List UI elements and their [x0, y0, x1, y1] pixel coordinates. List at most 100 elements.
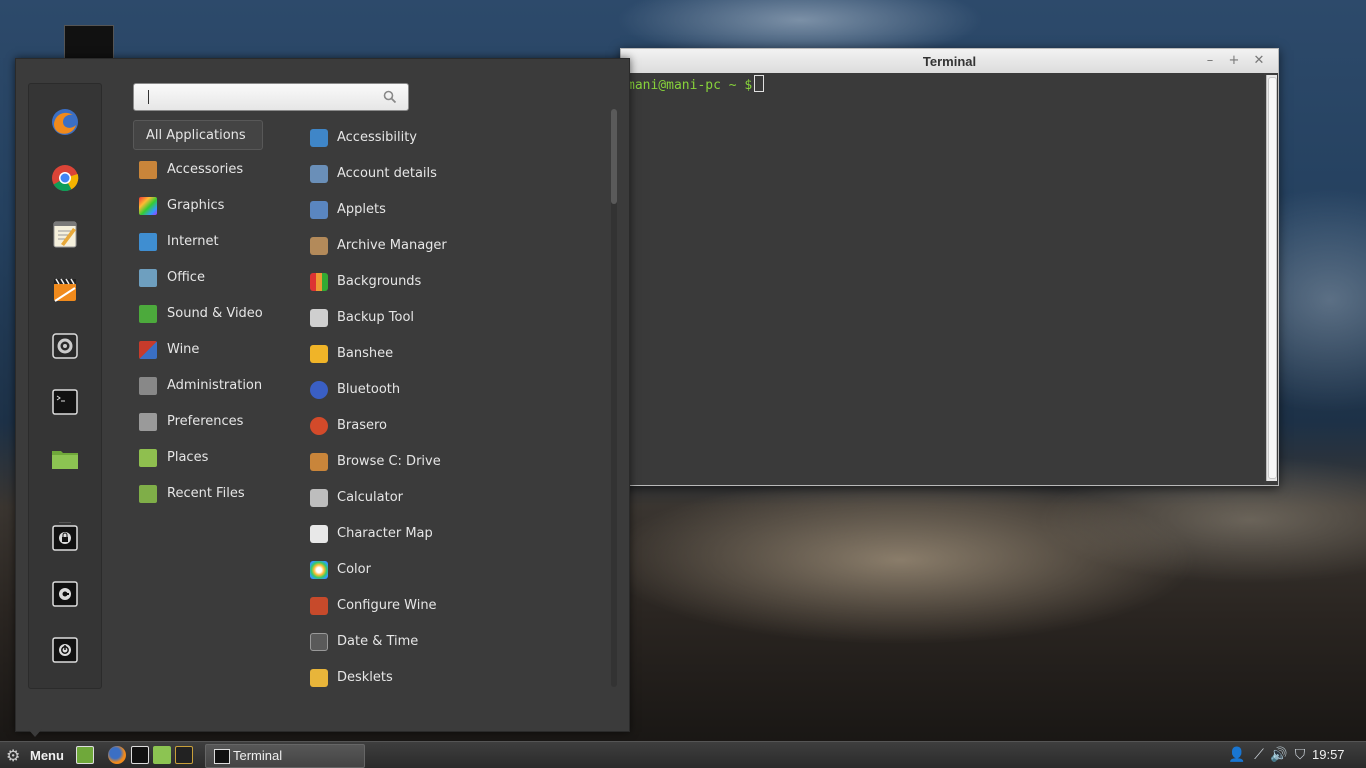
app-date-time[interactable]: Date & Time	[308, 627, 608, 657]
app-list-scrollbar-thumb[interactable]	[611, 109, 617, 204]
category-sound-video[interactable]: Sound & Video	[133, 299, 263, 329]
app-label: Bluetooth	[337, 382, 401, 397]
category-places[interactable]: Places	[133, 443, 263, 473]
bluetooth-icon	[310, 381, 328, 399]
category-label: Accessories	[167, 162, 244, 177]
network-icon[interactable]: ⟋	[1250, 746, 1268, 764]
category-label: Wine	[167, 342, 200, 357]
banshee-icon	[310, 345, 328, 363]
category-all-applications[interactable]: All Applications	[133, 120, 263, 150]
app-label: Backup Tool	[337, 310, 415, 325]
app-character-map[interactable]: Character Map	[308, 519, 608, 549]
app-archive-manager[interactable]: Archive Manager	[308, 231, 608, 261]
shutdown-icon[interactable]	[49, 634, 81, 666]
category-label: Preferences	[167, 414, 244, 429]
terminal-window[interactable]: Terminal – + ✕ mani@mani-pc ~ $	[620, 48, 1279, 486]
taskbar-item-terminal[interactable]: Terminal	[205, 744, 365, 768]
category-preferences[interactable]: Preferences	[133, 407, 263, 437]
search-icon	[383, 90, 397, 104]
browse-c-drive-icon	[310, 453, 328, 471]
user-icon[interactable]: 👤	[1228, 746, 1246, 764]
places-icon	[139, 449, 157, 467]
app-label: Account details	[337, 166, 437, 181]
firefox-icon[interactable]	[108, 746, 126, 764]
app-list-scrollbar[interactable]	[611, 109, 617, 687]
wine-icon	[139, 341, 157, 359]
app-bluetooth[interactable]: Bluetooth	[308, 375, 608, 405]
sound-video-icon	[139, 305, 157, 323]
category-label: Graphics	[167, 198, 225, 213]
app-label: Desklets	[337, 670, 393, 685]
system-settings-icon[interactable]	[49, 330, 81, 362]
terminal-output[interactable]: mani@mani-pc ~ $	[621, 73, 1264, 485]
app-configure-wine[interactable]: Configure Wine	[308, 591, 608, 621]
app-brasero[interactable]: Brasero	[308, 411, 608, 441]
volume-icon[interactable]: 🔊	[1270, 746, 1288, 764]
category-graphics[interactable]: Graphics	[133, 191, 263, 221]
app-calculator[interactable]: Calculator	[308, 483, 608, 513]
app-label: Banshee	[337, 346, 394, 361]
update-shield-icon[interactable]: ⛉	[1291, 746, 1309, 764]
terminal-icon	[214, 749, 230, 764]
app-label: Calculator	[337, 490, 404, 505]
text-editor-icon[interactable]	[49, 218, 81, 250]
calculator-icon	[310, 489, 328, 507]
terminal-icon[interactable]	[49, 386, 81, 418]
category-wine[interactable]: Wine	[133, 335, 263, 365]
clock[interactable]: 19:57	[1312, 743, 1345, 767]
minimize-button[interactable]: –	[1201, 52, 1219, 70]
menu-button[interactable]: ⚙ Menu	[4, 745, 70, 767]
terminal-titlebar[interactable]: Terminal – + ✕	[621, 49, 1278, 73]
graphics-icon	[139, 197, 157, 215]
category-label: Recent Files	[167, 486, 245, 501]
app-color[interactable]: Color	[308, 555, 608, 585]
menu-pointer	[28, 729, 42, 737]
backup-tool-icon	[310, 309, 328, 327]
category-accessories[interactable]: Accessories	[133, 155, 263, 185]
terminal-scrollbar-thumb[interactable]	[1268, 77, 1277, 479]
chrome-icon[interactable]	[49, 162, 81, 194]
files-icon[interactable]	[153, 746, 171, 764]
recent-files-icon	[139, 485, 157, 503]
accessories-icon	[139, 161, 157, 179]
category-label: Places	[167, 450, 209, 465]
app-accessibility[interactable]: Accessibility	[308, 123, 608, 153]
category-label: All Applications	[146, 128, 246, 143]
category-recent-files[interactable]: Recent Files	[133, 479, 263, 509]
backgrounds-icon	[310, 273, 328, 291]
show-desktop-icon[interactable]	[76, 746, 94, 764]
category-office[interactable]: Office	[133, 263, 263, 293]
category-internet[interactable]: Internet	[133, 227, 263, 257]
search-input[interactable]	[133, 83, 409, 111]
configure-wine-icon	[310, 597, 328, 615]
category-administration[interactable]: Administration	[133, 371, 263, 401]
app-label: Date & Time	[337, 634, 419, 649]
terminal-icon[interactable]	[131, 746, 149, 764]
terminal-prompt: mani@mani-pc ~ $	[627, 75, 765, 93]
terminal-scrollbar[interactable]	[1266, 75, 1277, 481]
app-label: Archive Manager	[337, 238, 447, 253]
firefox-icon[interactable]	[49, 106, 81, 138]
maximize-button[interactable]: +	[1225, 52, 1243, 70]
app-label: Accessibility	[337, 130, 417, 145]
app-applets[interactable]: Applets	[308, 195, 608, 225]
app-label: Backgrounds	[337, 274, 422, 289]
terminal-cursor	[754, 75, 765, 92]
desklets-icon	[310, 669, 328, 687]
app-backgrounds[interactable]: Backgrounds	[308, 267, 608, 297]
files-icon[interactable]	[49, 442, 81, 474]
app-desklets[interactable]: Desklets	[308, 663, 608, 693]
applets-icon	[310, 201, 328, 219]
app-banshee[interactable]: Banshee	[308, 339, 608, 369]
category-label: Sound & Video	[167, 306, 263, 321]
media-player-icon[interactable]	[49, 274, 81, 306]
app-label: Configure Wine	[337, 598, 437, 613]
app-account-details[interactable]: Account details	[308, 159, 608, 189]
close-button[interactable]: ✕	[1250, 52, 1268, 70]
app-browse-c-drive[interactable]: Browse C: Drive	[308, 447, 608, 477]
app-backup-tool[interactable]: Backup Tool	[308, 303, 608, 333]
lock-screen-icon[interactable]	[49, 522, 81, 554]
gear-icon: ⚙	[6, 746, 21, 765]
logout-icon[interactable]	[49, 578, 81, 610]
system-monitor-icon[interactable]	[175, 746, 193, 764]
